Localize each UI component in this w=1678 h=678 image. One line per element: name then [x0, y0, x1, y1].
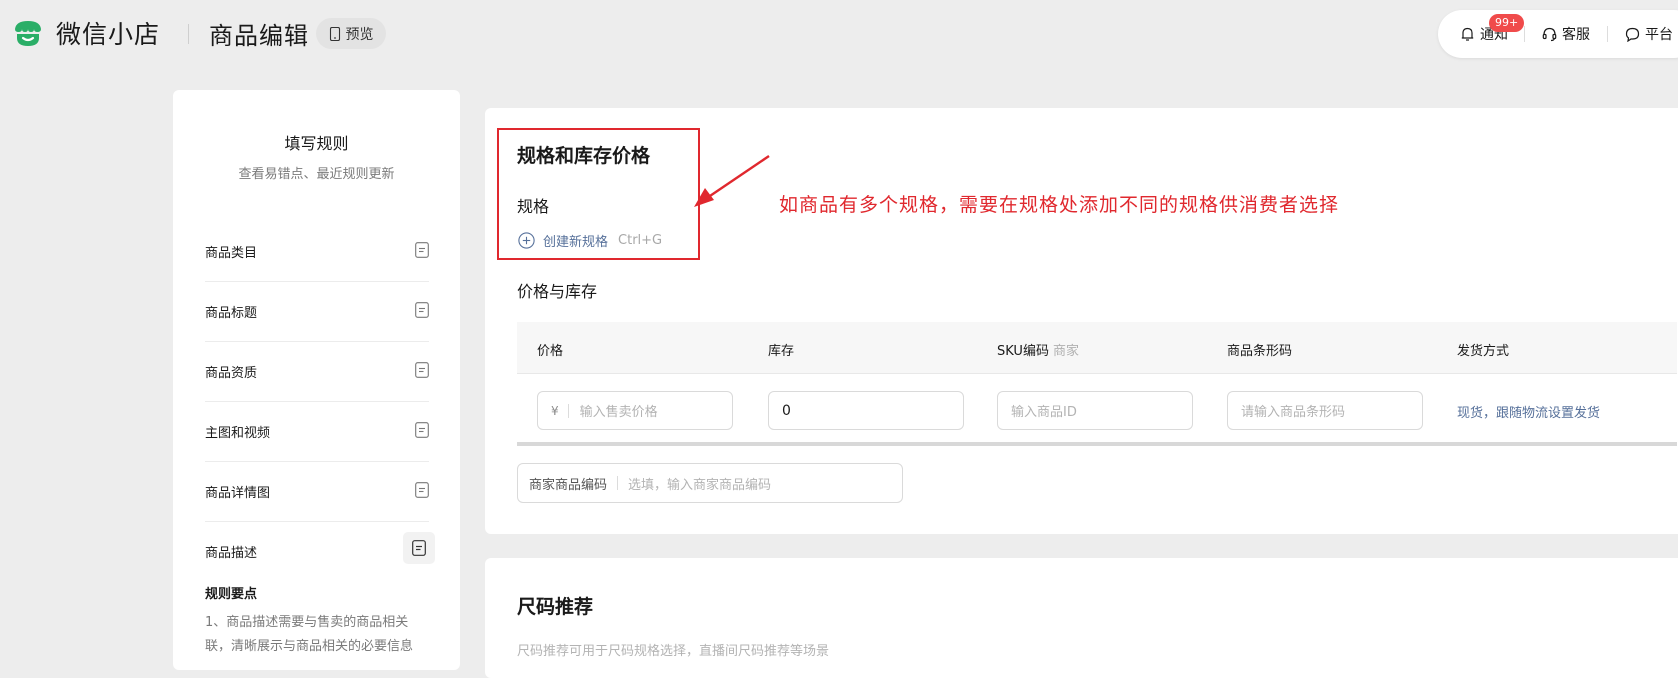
service-button[interactable]: 客服 [1542, 24, 1590, 44]
spec-label: 规格 [517, 197, 550, 216]
price-input[interactable]: ¥ 输入售卖价格 [537, 391, 733, 430]
shortcut-hint: Ctrl+G [618, 233, 663, 248]
document-icon [412, 540, 426, 556]
rule-item-label: 商品标题 [205, 306, 258, 321]
brand-name: 微信小店 [56, 20, 161, 49]
rule-item-media[interactable]: 主图和视频 [205, 402, 429, 462]
phone-icon [329, 26, 340, 41]
stock-value: 0 [782, 402, 791, 419]
rule-item-label: 商品描述 [205, 546, 258, 561]
sku-column-hint: 商家 [1052, 344, 1079, 359]
input-divider [567, 403, 569, 418]
stock-table-header: 价格 库存 SKU编码 商家 商品条形码 发货方式 [517, 322, 1677, 374]
document-icon [415, 422, 429, 438]
rule-item-label: 商品类目 [205, 246, 258, 261]
rule-points-title: 规则要点 [205, 587, 258, 602]
column-header-sku: SKU编码 商家 [997, 340, 1079, 359]
rule-item-title[interactable]: 商品标题 [205, 282, 429, 342]
stock-table-row: ¥ 输入售卖价格 0 输入商品ID 请输入商品条形码 现货，跟随物流设置发货 [517, 374, 1677, 446]
merchant-code-placeholder: 选填，输入商家商品编码 [628, 477, 772, 493]
document-icon [415, 302, 429, 318]
bell-icon [1461, 27, 1474, 41]
rules-title: 填写规则 [284, 134, 349, 153]
platform-label: 平台 [1645, 27, 1673, 43]
top-right-actions: 通知 99+ 客服 平台 [1438, 10, 1678, 58]
rule-item-label: 主图和视频 [205, 426, 271, 441]
barcode-input[interactable]: 请输入商品条形码 [1227, 391, 1423, 430]
document-icon-active[interactable] [403, 532, 435, 564]
page-title: 商品编辑 [209, 22, 309, 50]
size-section-desc: 尺码推荐可用于尺码规格选择，直播间尺码推荐等场景 [517, 644, 830, 659]
column-header-price: 价格 [537, 344, 564, 359]
document-icon [415, 482, 429, 498]
delivery-method-link[interactable]: 现货，跟随物流设置发货 [1457, 402, 1600, 421]
annotation-arrow-icon [694, 155, 770, 207]
preview-label: 预览 [345, 26, 374, 43]
preview-button[interactable]: 预览 [316, 18, 386, 49]
action-divider [1524, 26, 1525, 42]
column-header-stock: 库存 [768, 344, 795, 359]
create-spec-label: 创建新规格 [543, 235, 609, 250]
merchant-code-label: 商家商品编码 [529, 477, 608, 493]
column-header-delivery: 发货方式 [1457, 344, 1510, 359]
rules-subtitle[interactable]: 查看易错点、最近规则更新 [173, 163, 460, 182]
size-recommend-card [485, 558, 1678, 678]
rule-item-category[interactable]: 商品类目 [205, 222, 429, 282]
sku-placeholder: 输入商品ID [1011, 405, 1077, 420]
platform-button[interactable]: 平台 [1625, 24, 1673, 44]
column-header-barcode: 商品条形码 [1227, 344, 1293, 359]
service-label: 客服 [1562, 27, 1590, 43]
headset-icon [1542, 27, 1557, 42]
sku-column-label: SKU编码 [997, 344, 1049, 359]
price-placeholder: 输入售卖价格 [579, 405, 658, 420]
barcode-placeholder: 请输入商品条形码 [1241, 405, 1346, 420]
rule-item-detail-images[interactable]: 商品详情图 [205, 462, 429, 522]
wechat-store-logo[interactable] [12, 16, 44, 48]
sku-input[interactable]: 输入商品ID [997, 391, 1193, 430]
merchant-code-input[interactable]: 商家商品编码 选填，输入商家商品编码 [517, 463, 903, 503]
rule-item-label: 商品资质 [205, 366, 258, 381]
top-bar: 微信小店 商品编辑 预览 通知 99+ 客服 平台 [0, 0, 1678, 68]
header-divider [188, 24, 189, 44]
document-icon [415, 242, 429, 258]
stock-input[interactable]: 0 [768, 391, 964, 430]
size-section-title: 尺码推荐 [517, 596, 594, 618]
input-divider [617, 476, 619, 490]
create-spec-button[interactable]: 创建新规格 Ctrl+G [518, 231, 662, 250]
stock-section-title: 价格与库存 [517, 282, 598, 301]
spec-section-title: 规格和库存价格 [517, 145, 651, 167]
chat-bubble-icon [1625, 27, 1640, 42]
rules-panel: 填写规则 查看易错点、最近规则更新 商品类目 商品标题 商品资质 主图和视频 商… [173, 90, 460, 670]
rule-item-qualification[interactable]: 商品资质 [205, 342, 429, 402]
document-icon [415, 362, 429, 378]
rule-item-description[interactable]: 商品描述 [205, 522, 435, 582]
currency-symbol: ¥ [551, 403, 559, 418]
notify-badge: 99+ [1489, 14, 1525, 32]
action-divider [1607, 26, 1608, 42]
annotation-text: 如商品有多个规格，需要在规格处添加不同的规格供消费者选择 [779, 194, 1340, 216]
plus-circle-icon [518, 232, 535, 249]
rule-item-label: 商品详情图 [205, 486, 271, 501]
